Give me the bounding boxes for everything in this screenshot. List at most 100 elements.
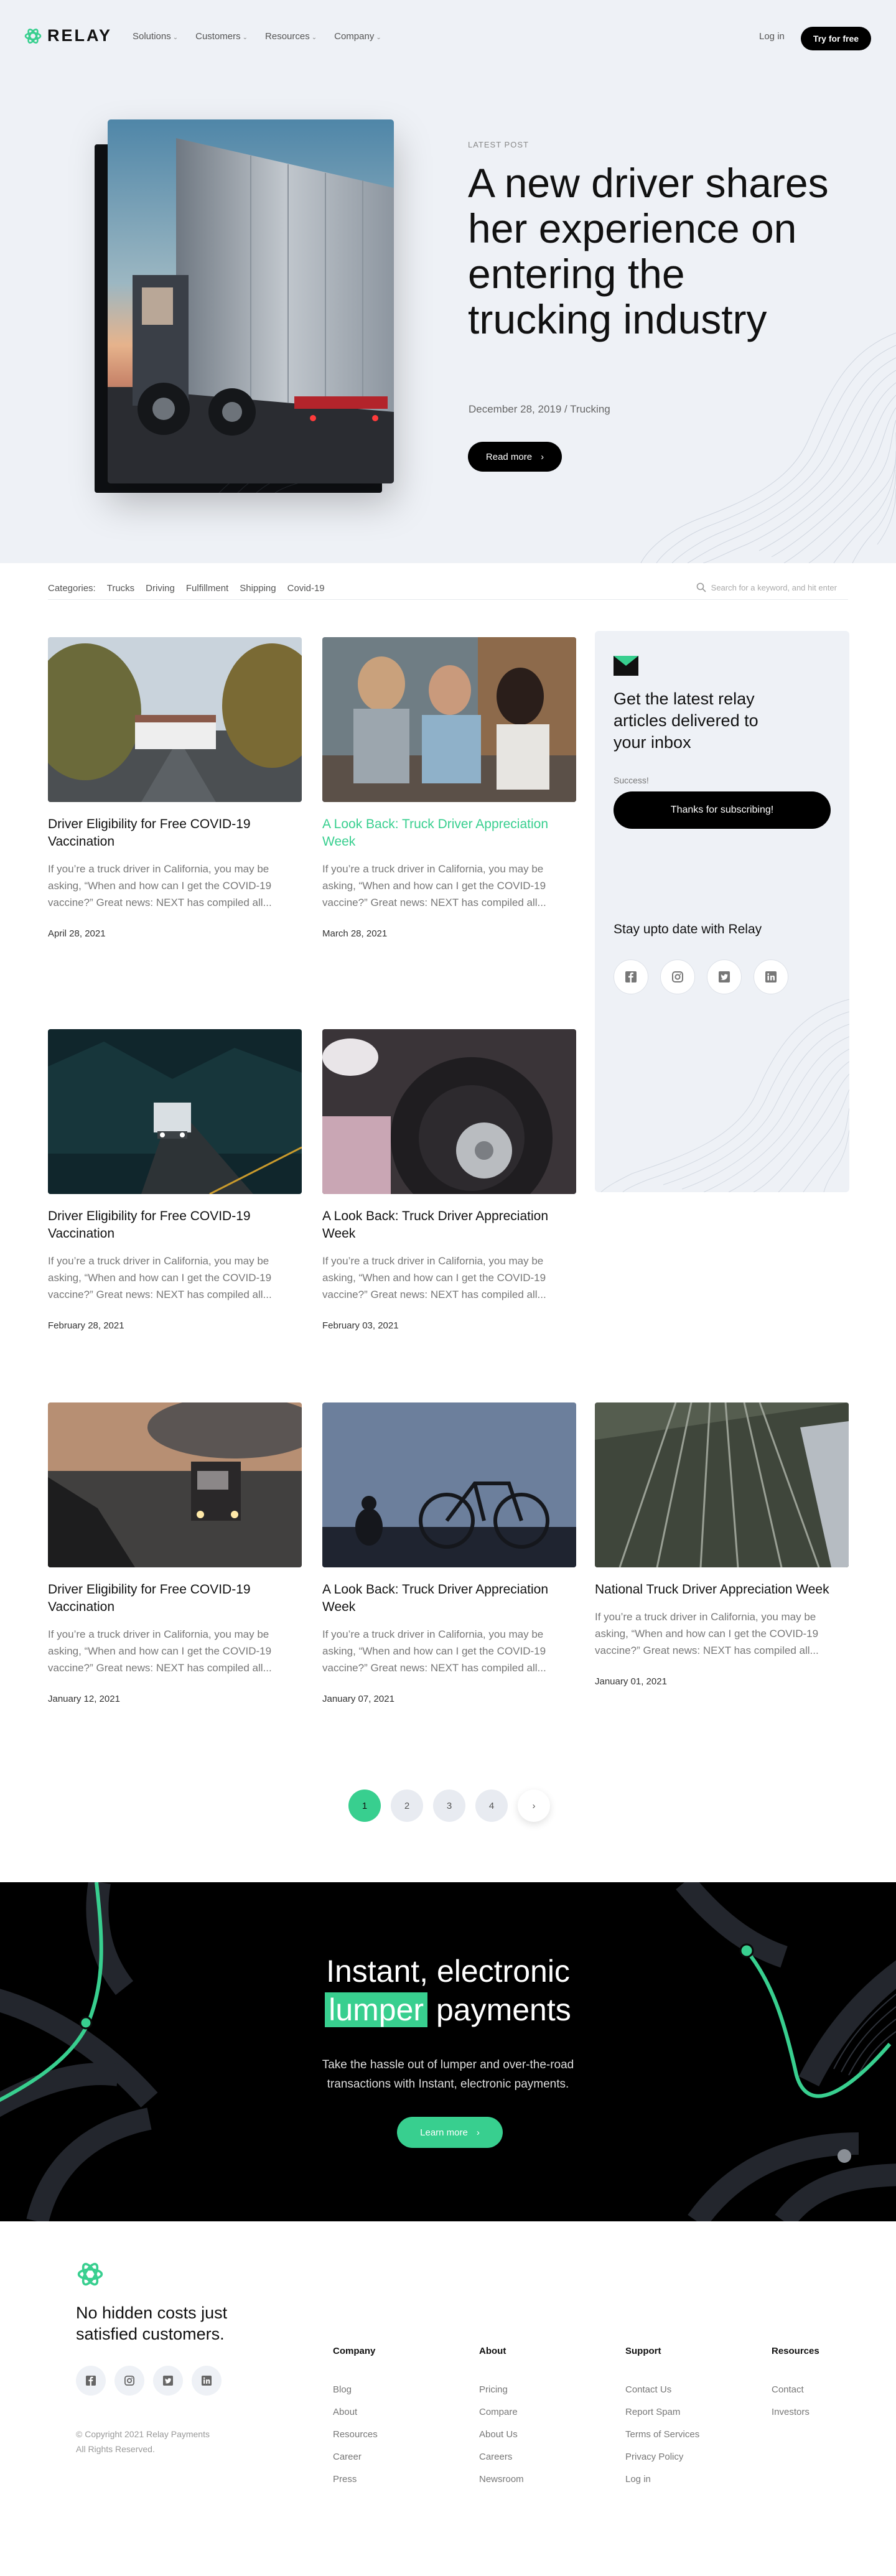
footer-link[interactable]: About [333, 2407, 378, 2417]
footer-link[interactable]: Report Spam [625, 2407, 699, 2417]
thanks-button[interactable]: Thanks for subscribing! [614, 791, 831, 829]
footer-link[interactable]: Careers [479, 2452, 524, 2462]
post-image[interactable] [48, 1402, 302, 1567]
footer-link[interactable]: Contact [772, 2384, 819, 2395]
post-image[interactable] [595, 1402, 849, 1567]
nav-customers[interactable]: Customers ⌄ [195, 31, 248, 42]
nav-company[interactable]: Company ⌄ [334, 31, 381, 42]
post-title[interactable]: Driver Eligibility for Free COVID-19 Vac… [48, 816, 302, 851]
category-fulfillment[interactable]: Fulfillment [186, 583, 228, 594]
page-4[interactable]: 4 [475, 1790, 508, 1822]
footer-link[interactable]: Log in [625, 2474, 699, 2485]
footer-link[interactable]: Pricing [479, 2384, 524, 2395]
post-title[interactable]: Driver Eligibility for Free COVID-19 Vac… [48, 1581, 302, 1616]
post-excerpt: If you’re a truck driver in California, … [48, 863, 272, 908]
linkedin-icon[interactable] [192, 2366, 222, 2396]
chevron-down-icon: ⌄ [376, 34, 381, 41]
post-excerpt: If you’re a truck driver in California, … [322, 863, 546, 908]
copyright-line-2: All Rights Reserved. [76, 2444, 155, 2454]
post-card[interactable]: Driver Eligibility for Free COVID-19 Vac… [48, 637, 302, 939]
post-photo [48, 1029, 302, 1194]
post-title[interactable]: Driver Eligibility for Free COVID-19 Vac… [48, 1208, 302, 1243]
post-title[interactable]: A Look Back: Truck Driver Appreciation W… [322, 1581, 576, 1616]
nav-solutions[interactable]: Solutions ⌄ [133, 31, 178, 42]
footer-link[interactable]: Newsroom [479, 2474, 524, 2485]
search-box[interactable]: Search for a keyword, and hit enter [696, 582, 848, 592]
instagram-icon[interactable] [114, 2366, 144, 2396]
category-shipping[interactable]: Shipping [240, 583, 276, 594]
post-photo [48, 1402, 302, 1567]
footer-link[interactable]: Press [333, 2474, 378, 2485]
category-trucks[interactable]: Trucks [107, 583, 134, 594]
logo[interactable]: RELAY [24, 26, 112, 45]
page-3[interactable]: 3 [433, 1790, 465, 1822]
post-card[interactable]: National Truck Driver Appreciation Week … [595, 1402, 849, 1687]
post-image[interactable] [322, 1029, 576, 1194]
category-bar: Categories: Trucks Driving Fulfillment S… [48, 577, 848, 600]
page-2[interactable]: 2 [391, 1790, 423, 1822]
post-image[interactable] [322, 637, 576, 802]
chevron-down-icon: ⌄ [172, 34, 179, 41]
chevron-right-icon: › [532, 1800, 536, 1811]
post-date: January 07, 2021 [322, 1694, 394, 1704]
copyright-line-1: © Copyright 2021 Relay Payments [76, 2429, 210, 2439]
footer-link[interactable]: Privacy Policy [625, 2452, 699, 2462]
twitter-icon[interactable] [153, 2366, 183, 2396]
page-1[interactable]: 1 [348, 1790, 381, 1822]
footer-link[interactable]: Career [333, 2452, 378, 2462]
hero-title[interactable]: A new driver shares her experience on en… [468, 161, 835, 342]
post-title[interactable]: National Truck Driver Appreciation Week [595, 1581, 849, 1598]
post-card[interactable]: A Look Back: Truck Driver Appreciation W… [322, 637, 576, 939]
category-covid-19[interactable]: Covid-19 [287, 583, 325, 594]
cta-highlight: lumper [325, 1992, 428, 2027]
footer-link[interactable]: About Us [479, 2429, 524, 2440]
post-title[interactable]: A Look Back: Truck Driver Appreciation W… [322, 816, 576, 851]
footer-link[interactable]: Compare [479, 2407, 524, 2417]
post-excerpt: If you’re a truck driver in California, … [595, 1611, 819, 1656]
read-more-button[interactable]: Read more › [468, 442, 562, 472]
post-image[interactable] [48, 637, 302, 802]
chevron-down-icon: ⌄ [242, 34, 248, 41]
post-photo [48, 637, 302, 802]
post-title[interactable]: A Look Back: Truck Driver Appreciation W… [322, 1208, 576, 1243]
top-nav: RELAY Solutions ⌄ Customers ⌄ Resources ⌄ C… [0, 0, 896, 75]
footer-link[interactable]: Investors [772, 2407, 819, 2417]
category-driving[interactable]: Driving [146, 583, 175, 594]
post-card[interactable]: A Look Back: Truck Driver Appreciation W… [322, 1029, 576, 1331]
login-link[interactable]: Log in [759, 31, 785, 42]
post-image[interactable] [48, 1029, 302, 1194]
post-excerpt: If you’re a truck driver in California, … [48, 1255, 272, 1300]
post-excerpt: If you’re a truck driver in California, … [48, 1628, 272, 1674]
footer-link[interactable]: Contact Us [625, 2384, 699, 2395]
post-image[interactable] [322, 1402, 576, 1567]
next-page-button[interactable]: › [518, 1790, 550, 1822]
hero-eyebrow: LATEST POST [468, 140, 529, 149]
post-photo [595, 1402, 849, 1567]
chevron-down-icon: ⌄ [311, 34, 317, 41]
learn-more-button[interactable]: Learn more › [397, 2117, 503, 2148]
cta-title-line-2: payments [436, 1992, 571, 2027]
pagination: 1 2 3 4 › [348, 1790, 550, 1822]
arrow-right-icon: › [476, 2127, 480, 2138]
post-card[interactable]: A Look Back: Truck Driver Appreciation W… [322, 1402, 576, 1704]
arrow-right-icon: › [541, 451, 544, 462]
mail-icon [614, 656, 638, 676]
footer-column-about: About Pricing Compare About Us Careers N… [479, 2346, 524, 2496]
footer-link[interactable]: Blog [333, 2384, 378, 2395]
nav-resources[interactable]: Resources ⌄ [265, 31, 317, 42]
relay-logo-icon[interactable] [76, 2260, 105, 2289]
try-for-free-button[interactable]: Try for free [801, 27, 871, 50]
footer-column-support: Support Contact Us Report Spam Terms of … [625, 2346, 699, 2496]
hero-truck-image[interactable] [108, 119, 394, 483]
categories-label: Categories: [48, 583, 96, 594]
search-input[interactable]: Search for a keyword, and hit enter [711, 583, 837, 592]
post-date: February 03, 2021 [322, 1320, 399, 1331]
post-card[interactable]: Driver Eligibility for Free COVID-19 Vac… [48, 1029, 302, 1331]
facebook-icon[interactable] [76, 2366, 106, 2396]
cta-text: Take the hassle out of lumper and over-t… [322, 2058, 574, 2091]
footer-link[interactable]: Resources [333, 2429, 378, 2440]
footer-link[interactable]: Terms of Services [625, 2429, 699, 2440]
hero-section: RELAY Solutions ⌄ Customers ⌄ Resources ⌄ C… [0, 0, 896, 563]
post-date: April 28, 2021 [48, 928, 106, 939]
post-card[interactable]: Driver Eligibility for Free COVID-19 Vac… [48, 1402, 302, 1704]
